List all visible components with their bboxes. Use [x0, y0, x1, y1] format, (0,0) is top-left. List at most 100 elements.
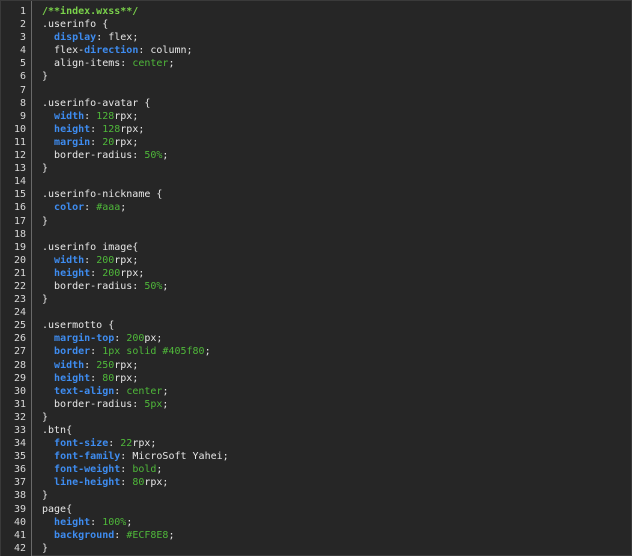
line-number: 23: [13, 294, 26, 306]
code-token: }: [42, 294, 49, 306]
code-token: :: [90, 516, 103, 528]
code-line[interactable]: 36 font-weight: bold;: [1, 463, 632, 476]
code-line[interactable]: 25 .usermotto {: [1, 319, 632, 332]
code-token: 80: [102, 372, 115, 384]
code-token: 200: [126, 333, 145, 345]
line-number: 28: [13, 359, 26, 371]
code-token: 128: [96, 110, 115, 122]
code-token: rpx;: [114, 372, 139, 384]
code-token: }: [42, 490, 49, 502]
code-line[interactable]: 24: [1, 306, 632, 319]
code-line[interactable]: 15 .userinfo-nickname {: [1, 188, 632, 201]
code-line[interactable]: 27 border: 1px solid #405f80;: [1, 345, 632, 358]
code-line[interactable]: 38}: [1, 489, 632, 502]
code-line[interactable]: 30 text-align: center;: [1, 385, 632, 398]
code-line[interactable]: 41 background: #ECF8E8;: [1, 529, 632, 542]
code-text: display: flex;: [26, 31, 138, 44]
line-number: 11: [13, 136, 26, 148]
code-line[interactable]: 5 align-items: center;: [1, 57, 632, 70]
code-line[interactable]: 42}: [1, 542, 632, 555]
code-token: : column;: [138, 45, 193, 57]
code-text: align-items: center;: [26, 57, 174, 70]
code-line[interactable]: 7: [1, 84, 632, 97]
code-token: 50%: [144, 150, 163, 162]
code-line[interactable]: 8 .userinfo-avatar {: [1, 97, 632, 110]
code-token: rpx;: [120, 123, 145, 135]
code-line[interactable]: 39 page{: [1, 503, 632, 516]
code-text: page{: [26, 503, 72, 516]
code-token: text-align: [54, 385, 115, 397]
code-line[interactable]: 33 .btn{: [1, 424, 632, 437]
code-line[interactable]: 19 .userinfo image{: [1, 241, 632, 254]
code-token: :: [90, 372, 103, 384]
line-number: 37: [13, 477, 26, 489]
code-line[interactable]: 10 height: 128rpx;: [1, 123, 632, 136]
code-token: border: [54, 346, 91, 358]
code-line[interactable]: 21 height: 200rpx;: [1, 267, 632, 280]
code-token: direction: [84, 45, 139, 57]
code-line[interactable]: 40 height: 100%;: [1, 516, 632, 529]
code-token: page{: [42, 503, 73, 515]
code-text: }: [26, 215, 48, 228]
code-text: height: 80rpx;: [26, 372, 138, 385]
code-text: /**index.wxss**/: [26, 5, 138, 18]
code-text: height: 100%;: [26, 516, 132, 529]
code-text: font-weight: bold;: [26, 463, 162, 476]
code-token: ;: [168, 58, 175, 70]
code-line[interactable]: 28 width: 250rpx;: [1, 359, 632, 372]
line-number: 6: [19, 71, 26, 83]
code-token: rpx;: [114, 359, 139, 371]
code-line[interactable]: 31 border-radius: 5px;: [1, 398, 632, 411]
line-number: 3: [19, 32, 26, 44]
code-line[interactable]: 18: [1, 228, 632, 241]
code-line[interactable]: 9 width: 128rpx;: [1, 110, 632, 123]
code-line[interactable]: 12 border-radius: 50%;: [1, 149, 632, 162]
code-line[interactable]: 6}: [1, 70, 632, 83]
code-line[interactable]: 16 color: #aaa;: [1, 201, 632, 214]
code-token: height: [54, 123, 91, 135]
code-token: :: [90, 267, 103, 279]
code-line[interactable]: 20 width: 200rpx;: [1, 254, 632, 267]
code-line[interactable]: 23}: [1, 293, 632, 306]
code-lines[interactable]: 1/**index.wxss**/2 .userinfo {3 display: …: [1, 5, 632, 555]
code-token: background: [54, 529, 115, 541]
code-editor[interactable]: 1/**index.wxss**/2 .userinfo {3 display: …: [0, 0, 632, 556]
code-token: margin-top: [54, 333, 115, 345]
code-token: .userinfo image{: [42, 241, 139, 253]
code-line[interactable]: 26 margin-top: 200px;: [1, 332, 632, 345]
code-line[interactable]: 35 font-family: MicroSoft Yahei;: [1, 450, 632, 463]
line-number: 20: [13, 254, 26, 266]
code-text: width: 250rpx;: [26, 359, 138, 372]
code-text: }: [26, 542, 48, 555]
code-line[interactable]: 14: [1, 175, 632, 188]
code-line[interactable]: 3 display: flex;: [1, 31, 632, 44]
code-line[interactable]: 34 font-size: 22rpx;: [1, 437, 632, 450]
code-line[interactable]: 17}: [1, 215, 632, 228]
code-line[interactable]: 2 .userinfo {: [1, 18, 632, 31]
line-number: 40: [13, 516, 26, 528]
code-line[interactable]: 4 flex-direction: column;: [1, 44, 632, 57]
line-number: 26: [13, 333, 26, 345]
line-number: 16: [13, 202, 26, 214]
code-line[interactable]: 22 border-radius: 50%;: [1, 280, 632, 293]
code-line[interactable]: 32}: [1, 411, 632, 424]
code-text: }: [26, 489, 48, 502]
code-line[interactable]: 13}: [1, 162, 632, 175]
code-line[interactable]: 11 margin: 20rpx;: [1, 136, 632, 149]
code-token: align-items:: [42, 58, 133, 70]
code-line[interactable]: 37 line-height: 80rpx;: [1, 476, 632, 489]
code-token: ;: [204, 346, 211, 358]
code-token: ;: [168, 529, 175, 541]
code-token: .usermotto {: [42, 320, 115, 332]
code-text: margin: 20rpx;: [26, 136, 138, 149]
code-token: 100%: [102, 516, 127, 528]
code-line[interactable]: 1 /**index.wxss**/: [1, 5, 632, 18]
line-number: 38: [13, 490, 26, 502]
code-line[interactable]: 29 height: 80rpx;: [1, 372, 632, 385]
